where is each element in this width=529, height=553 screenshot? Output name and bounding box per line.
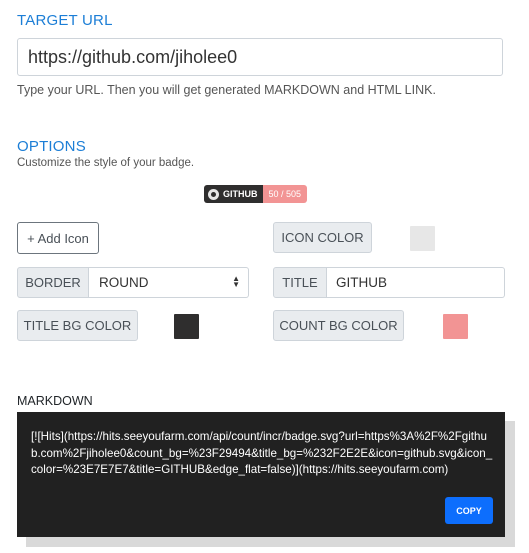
icon-color-label: ICON COLOR xyxy=(273,222,372,253)
badge-title-text: GITHUB xyxy=(223,189,258,199)
url-input[interactable]: https://github.com/jiholee0 xyxy=(17,38,503,76)
url-input-value: https://github.com/jiholee0 xyxy=(28,46,238,67)
title-bg-color-swatch[interactable] xyxy=(174,314,199,339)
icon-color-swatch[interactable] xyxy=(410,226,435,251)
copy-button[interactable]: COPY xyxy=(445,497,493,524)
select-caret-icon: ▲ ▼ xyxy=(232,274,240,289)
add-icon-button[interactable]: + Add Icon xyxy=(17,222,99,254)
markdown-code-box[interactable]: [![Hits](https://hits.seeyoufarm.com/api… xyxy=(17,412,505,537)
markdown-code: [![Hits](https://hits.seeyoufarm.com/api… xyxy=(31,430,493,477)
title-input-value: GITHUB xyxy=(336,275,388,290)
options-subtitle: Customize the style of your badge. xyxy=(17,157,195,169)
github-icon xyxy=(208,188,219,200)
options-title: OPTIONS xyxy=(17,138,86,155)
count-bg-color-swatch[interactable] xyxy=(443,314,468,339)
title-input[interactable]: GITHUB xyxy=(326,267,505,298)
badge-title: GITHUB xyxy=(204,185,263,203)
url-help-text: Type your URL. Then you will get generat… xyxy=(17,83,436,97)
border-label: BORDER xyxy=(17,267,89,298)
title-bg-color-label: TITLE BG COLOR xyxy=(17,310,138,341)
target-url-title: TARGET URL xyxy=(17,12,113,29)
count-bg-color-label: COUNT BG COLOR xyxy=(273,310,404,341)
markdown-title: MARKDOWN xyxy=(17,394,93,408)
border-select-value: ROUND xyxy=(99,275,149,290)
badge-preview: GITHUB 50 / 505 xyxy=(204,185,308,203)
border-select[interactable]: ROUND ▲ ▼ xyxy=(88,267,249,298)
badge-count: 50 / 505 xyxy=(262,185,308,203)
title-label: TITLE xyxy=(273,267,327,298)
